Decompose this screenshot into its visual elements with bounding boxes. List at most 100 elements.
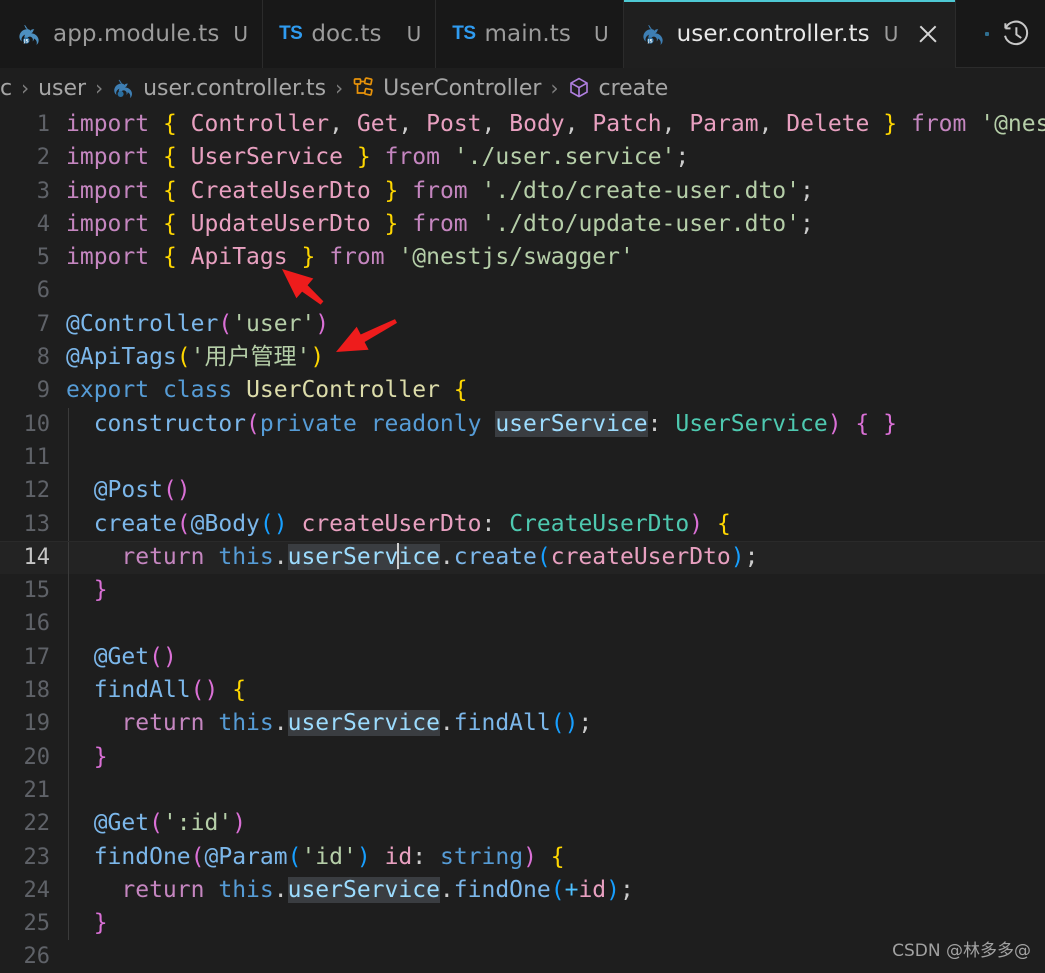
tab-overflow-dot-icon <box>985 31 989 36</box>
code-text: } <box>93 743 108 770</box>
editor-tab-bar: JS app.module.ts U TS doc.ts U TS main.t… <box>0 0 1045 68</box>
line-number: 10 <box>23 411 51 437</box>
tab-doc-ts[interactable]: TS doc.ts U <box>263 0 437 68</box>
code-line[interactable]: 22 @Get(':id') <box>0 807 1045 841</box>
breadcrumb-separator: › <box>335 76 344 100</box>
code-line[interactable]: 7 @Controller('user') <box>0 308 1045 341</box>
line-number: 12 <box>23 478 51 504</box>
class-icon <box>352 76 376 100</box>
breadcrumb-item-file[interactable]: user.controller.ts <box>112 76 326 101</box>
nestjs-icon <box>112 76 136 100</box>
code-line[interactable]: 17 @Get() <box>0 640 1045 675</box>
tab-user-controller-ts[interactable]: JS user.controller.ts U <box>623 0 957 68</box>
code-line[interactable]: 14 return this.userService.create(create… <box>0 540 1045 575</box>
code-text: @Get(':id') <box>93 810 247 837</box>
line-number: 23 <box>23 844 51 870</box>
method-icon <box>567 76 591 100</box>
code-text: @ApiTags('用户管理') <box>66 344 325 371</box>
code-line[interactable]: 4 import { UpdateUserDto } from './dto/up… <box>0 208 1045 241</box>
line-number: 16 <box>23 611 51 637</box>
code-text: @Controller('user') <box>66 310 330 337</box>
breadcrumb-label: user.controller.ts <box>143 75 327 101</box>
line-number: 5 <box>36 245 50 271</box>
code-editor[interactable]: 1 import { Controller, Get, Post, Body, P… <box>0 108 1045 973</box>
nestjs-icon: JS <box>640 21 668 47</box>
tab-label: doc.ts <box>311 21 382 47</box>
code-line[interactable]: 6 <box>0 274 1045 307</box>
code-line[interactable]: 15 } <box>0 574 1045 608</box>
code-text: export class UserController { <box>66 377 468 404</box>
code-line[interactable]: 16 <box>0 607 1045 641</box>
tab-main-ts[interactable]: TS main.ts U <box>436 0 624 68</box>
code-line[interactable]: 19 return this.userService.findAll(); <box>0 707 1045 741</box>
breadcrumb-item-class[interactable]: UserController <box>352 76 541 101</box>
code-line[interactable]: 26 <box>0 940 1045 973</box>
tab-label: user.controller.ts <box>676 21 870 47</box>
code-text: @Get() <box>93 643 177 670</box>
line-number: 3 <box>36 178 50 204</box>
close-icon[interactable] <box>915 21 941 47</box>
code-line[interactable]: 18 findAll() { <box>0 674 1045 708</box>
nestjs-icon: JS <box>16 21 44 47</box>
line-number: 8 <box>36 345 50 371</box>
code-line[interactable]: 2 import { UserService } from './user.ser… <box>0 141 1045 174</box>
code-text: import { CreateUserDto } from './dto/cre… <box>66 177 814 204</box>
tab-unsaved-badge: U <box>883 22 899 46</box>
line-number: 9 <box>36 378 50 404</box>
tab-label: main.ts <box>484 21 571 47</box>
line-number: 11 <box>23 444 51 470</box>
breadcrumb-separator: › <box>95 76 104 100</box>
line-number: 18 <box>23 678 51 704</box>
breadcrumb-separator: › <box>21 76 30 100</box>
code-line[interactable]: 11 <box>0 440 1045 475</box>
indent-guide <box>68 440 69 475</box>
tab-bar-actions <box>975 0 1045 67</box>
breadcrumb-label: UserController <box>383 75 542 101</box>
line-number: 26 <box>23 944 51 970</box>
breadcrumb-separator: › <box>550 76 559 100</box>
code-text: findAll() { <box>93 677 247 704</box>
code-text: import { ApiTags } from '@nestjs/swagger… <box>66 244 634 271</box>
code-text: create(@Body() createUserDto: CreateUser… <box>93 510 731 537</box>
code-line[interactable]: 24 return this.userService.findOne(+id); <box>0 873 1045 908</box>
code-line[interactable]: 20 } <box>0 740 1045 774</box>
code-line[interactable]: 1 import { Controller, Get, Post, Body, P… <box>0 108 1045 141</box>
tab-app-module-ts[interactable]: JS app.module.ts U <box>0 0 264 68</box>
code-text: return this.userService.findOne(+id); <box>121 876 634 903</box>
tab-unsaved-badge: U <box>406 22 422 46</box>
line-number: 21 <box>23 777 51 803</box>
code-text: import { UpdateUserDto } from './dto/upd… <box>66 210 814 237</box>
line-number: 1 <box>36 112 50 137</box>
code-text: constructor(private readonly userService… <box>93 410 897 437</box>
breadcrumb-item-method[interactable]: create <box>567 76 668 101</box>
line-number: 7 <box>36 311 50 337</box>
code-text: } <box>93 577 108 604</box>
tab-label: app.module.ts <box>53 21 220 47</box>
line-number: 13 <box>23 511 51 537</box>
code-line[interactable]: 13 create(@Body() createUserDto: CreateU… <box>0 507 1045 541</box>
svg-text:JS: JS <box>647 38 653 43</box>
tab-unsaved-badge: U <box>593 22 609 46</box>
vscode-window: JS app.module.ts U TS doc.ts U TS main.t… <box>0 0 1045 973</box>
code-line[interactable]: 10 constructor(private readonly userServ… <box>0 407 1045 441</box>
code-line[interactable]: 3 import { CreateUserDto } from './dto/cr… <box>0 175 1045 208</box>
code-text: import { UserService } from './user.serv… <box>66 144 690 171</box>
breadcrumb-item-src[interactable]: c <box>0 76 12 101</box>
line-number: 6 <box>36 278 50 304</box>
watermark: CSDN @林多多@ <box>892 941 1031 961</box>
line-number: 14 <box>23 544 51 570</box>
code-line[interactable]: 9 export class UserController { <box>0 374 1045 407</box>
code-text: } <box>93 910 108 937</box>
code-line[interactable]: 23 findOne(@Param('id') id: string) { <box>0 840 1045 874</box>
line-number: 20 <box>23 744 51 770</box>
code-line[interactable]: 12 @Post() <box>0 474 1045 508</box>
code-line[interactable]: 5 import { ApiTags } from '@nestjs/swagge… <box>0 241 1045 274</box>
history-icon[interactable] <box>1001 19 1031 49</box>
line-number: 15 <box>23 578 51 604</box>
code-line[interactable]: 21 <box>0 773 1045 808</box>
code-text: import { Controller, Get, Post, Body, Pa… <box>66 111 1045 137</box>
code-line[interactable]: 25 } <box>0 907 1045 941</box>
line-number: 2 <box>36 145 50 171</box>
breadcrumb-item-user[interactable]: user <box>38 76 86 101</box>
code-line[interactable]: 8 @ApiTags('用户管理') <box>0 341 1045 374</box>
